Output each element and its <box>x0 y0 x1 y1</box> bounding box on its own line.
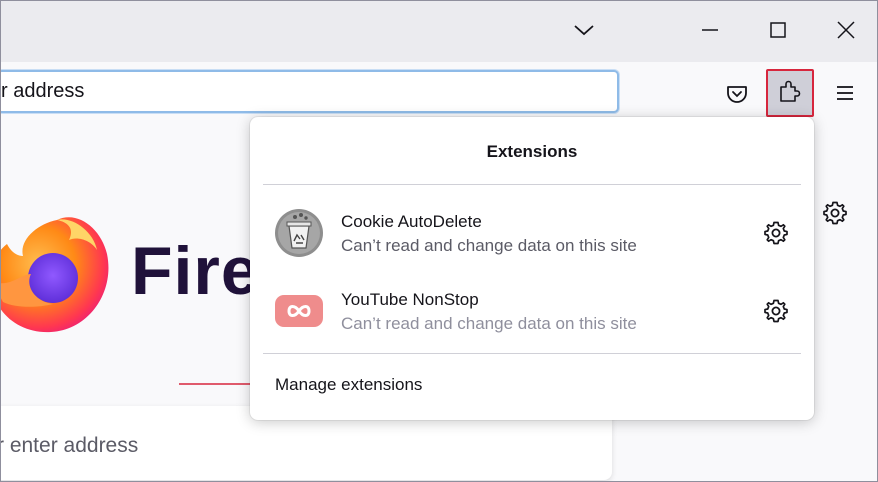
panel-divider-bottom <box>263 353 801 354</box>
panel-divider-top <box>263 184 801 185</box>
extension-permission-text: Can’t read and change data on this site <box>341 314 637 333</box>
extension-settings-gear-icon[interactable] <box>763 220 789 246</box>
puzzle-icon <box>777 78 803 109</box>
extensions-button[interactable] <box>766 69 814 117</box>
extension-permission-text: Can’t read and change data on this site <box>341 236 637 255</box>
cookie-autodelete-icon <box>273 207 325 259</box>
manage-extensions-link[interactable]: Manage extensions <box>275 375 422 395</box>
menu-icon[interactable] <box>832 80 858 106</box>
settings-gear-icon[interactable] <box>822 200 848 231</box>
navigation-toolbar <box>1 62 877 124</box>
search-placeholder: r enter address <box>0 434 139 457</box>
title-bar <box>1 1 877 62</box>
extension-name: Cookie AutoDelete <box>341 212 482 231</box>
extension-settings-gear-icon[interactable] <box>763 298 789 324</box>
extension-name: YouTube NonStop <box>341 290 479 309</box>
extensions-panel: Extensions Cookie AutoDelete Can’t read … <box>250 117 814 420</box>
firefox-logo-icon <box>1 217 109 333</box>
chevron-down-icon[interactable] <box>572 18 596 42</box>
url-input[interactable] <box>1 72 617 111</box>
browser-window: Firet r enter address Extensions <box>0 0 878 482</box>
minimize-icon[interactable] <box>698 18 722 42</box>
pocket-icon[interactable] <box>723 80 751 108</box>
extensions-panel-title: Extensions <box>486 142 578 161</box>
extension-item-cookie-autodelete[interactable]: Cookie AutoDelete Can’t read and change … <box>250 197 814 263</box>
youtube-nonstop-icon <box>273 285 325 337</box>
close-icon[interactable] <box>834 18 858 42</box>
extension-item-youtube-nonstop[interactable]: YouTube NonStop Can’t read and change da… <box>250 275 814 341</box>
maximize-icon[interactable] <box>766 18 790 42</box>
url-bar[interactable] <box>1 70 619 113</box>
